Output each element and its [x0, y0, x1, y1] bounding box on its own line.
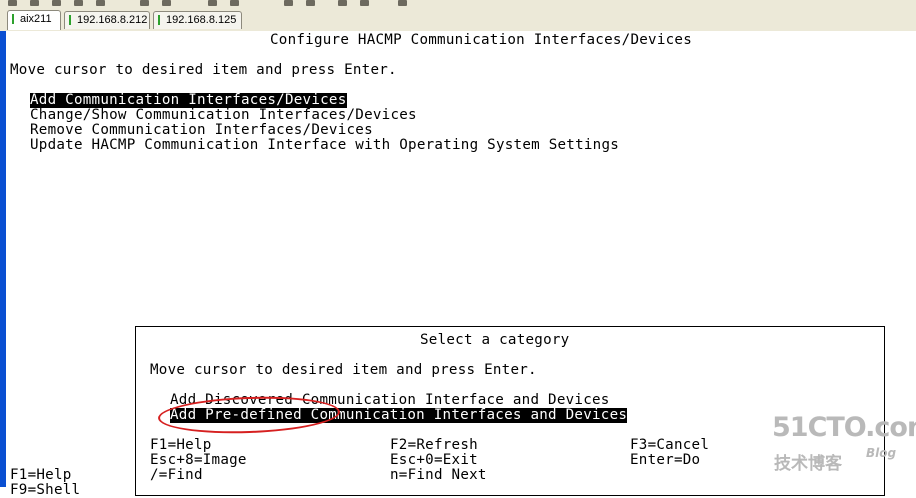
toolbar-icon[interactable] [8, 0, 17, 6]
tab-aix211[interactable]: aix211 [7, 10, 61, 30]
toolbar-icon[interactable] [74, 0, 83, 6]
menu-item-update-interface[interactable]: Update HACMP Communication Interface wit… [30, 138, 619, 153]
toolbar-icon[interactable] [338, 0, 347, 6]
tab-label: 192.168.8.212 [77, 14, 148, 26]
toolbar-icon[interactable] [30, 0, 39, 6]
menu-item-remove-interfaces[interactable]: Remove Communication Interfaces/Devices [30, 123, 373, 138]
toolbar-icon[interactable] [140, 0, 149, 6]
key-f1-help[interactable]: F1=Help [150, 438, 212, 453]
key-esc0-exit[interactable]: Esc+0=Exit [390, 453, 478, 468]
tab-192-168-8-125[interactable]: 192.168.8.125 [153, 11, 242, 29]
toolbar-icon[interactable] [52, 0, 61, 6]
dialog-title: Select a category [420, 332, 570, 348]
connection-status-icon [69, 15, 71, 25]
menu-item-change-show-interfaces[interactable]: Change/Show Communication Interfaces/Dev… [30, 108, 417, 123]
screen-instruction: Move cursor to desired item and press En… [10, 62, 397, 78]
key-find[interactable]: /=Find [150, 468, 203, 483]
session-tab-bar: aix211 192.168.8.212 192.168.8.125 [0, 8, 916, 32]
connection-status-icon [158, 15, 160, 25]
key-f2-refresh[interactable]: F2=Refresh [390, 438, 478, 453]
key-f1-help[interactable]: F1=Help [10, 468, 72, 483]
toolbar-icon[interactable] [360, 0, 369, 6]
watermark-site: 51CTO.com [772, 412, 916, 443]
key-f9-shell[interactable]: F9=Shell [10, 483, 80, 498]
key-enter-do[interactable]: Enter=Do [630, 453, 700, 468]
screen-title: Configure HACMP Communication Interfaces… [270, 32, 692, 48]
menu-item-add-interfaces[interactable]: Add Communication Interfaces/Devices [30, 93, 347, 108]
toolbar-icon[interactable] [96, 0, 105, 6]
toolbar-icon[interactable] [208, 0, 217, 6]
key-f3-cancel[interactable]: F3=Cancel [630, 438, 709, 453]
toolbar-icon[interactable] [230, 0, 239, 6]
key-esc8-image[interactable]: Esc+8=Image [150, 453, 247, 468]
toolbar-icon[interactable] [398, 0, 407, 6]
toolbar-icon[interactable] [306, 0, 315, 6]
key-find-next[interactable]: n=Find Next [390, 468, 487, 483]
watermark-blog: Blog [866, 446, 897, 460]
dialog-instruction: Move cursor to desired item and press En… [150, 362, 537, 378]
watermark-cn: 技术博客 [774, 454, 842, 474]
connection-status-icon [12, 14, 14, 24]
tab-label: aix211 [20, 13, 52, 25]
tab-192-168-8-212[interactable]: 192.168.8.212 [64, 11, 150, 29]
toolbar-icon[interactable] [284, 0, 293, 6]
toolbar-icon[interactable] [162, 0, 171, 6]
tab-label: 192.168.8.125 [166, 14, 237, 26]
